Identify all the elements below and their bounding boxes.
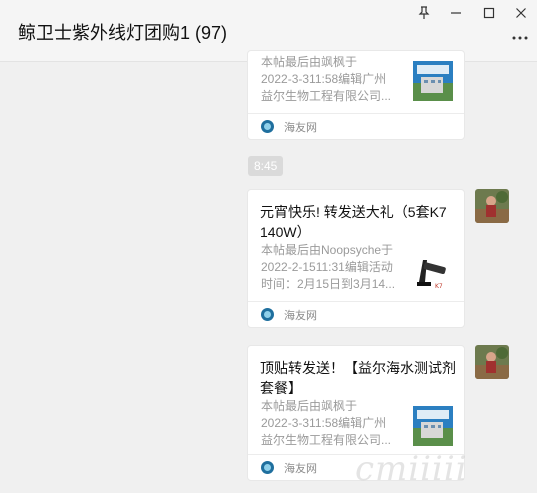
source-site-icon <box>261 461 274 474</box>
minimize-icon <box>451 12 461 14</box>
watermark: cmiiiii <box>355 449 468 489</box>
chat-title: 鲸卫士紫外线灯团购1 (97) <box>18 23 228 43</box>
pin-icon <box>418 6 430 19</box>
card-title: 顶贴转发送！【益尔海水测试剂套餐】 <box>260 360 456 396</box>
source-name: 海友网 <box>284 122 317 134</box>
avatar[interactable] <box>475 189 509 223</box>
lamp-thumbnail: K7 <box>413 252 453 292</box>
source-name: 海友网 <box>284 463 317 475</box>
card-footer: 海友网 <box>248 113 464 139</box>
maximize-icon <box>483 7 495 19</box>
card-description: 本帖最后由Noopsyche于 2022-2-1511:31编辑活动 时间：2月… <box>261 243 396 291</box>
close-button[interactable] <box>510 3 532 23</box>
building-thumbnail <box>413 406 453 446</box>
minimize-button[interactable] <box>445 3 467 23</box>
source-site-icon <box>261 308 274 321</box>
source-site-icon <box>261 120 274 133</box>
svg-text:K7: K7 <box>435 283 443 290</box>
maximize-button[interactable] <box>478 3 500 23</box>
more-options-button[interactable] <box>509 30 531 46</box>
link-card[interactable]: 元宵快乐! 转发送大礼（5套K7 140W） 本帖最后由Noopsyche于 2… <box>247 189 465 328</box>
card-description: 本帖最后由飒枫于 2022-3-311:58编辑广州 益尔生物工程有限公司... <box>261 399 392 447</box>
card-footer: 海友网 <box>248 301 464 327</box>
pin-button[interactable] <box>413 3 435 23</box>
building-thumbnail <box>413 61 453 101</box>
message-timestamp: 8:45 <box>248 156 284 176</box>
link-card[interactable]: 本帖最后由飒枫于 2022-3-311:58编辑广州 益尔生物工程有限公司...… <box>247 50 465 140</box>
source-name: 海友网 <box>284 310 317 322</box>
more-icon <box>512 36 528 40</box>
close-icon <box>516 8 526 18</box>
avatar[interactable] <box>475 345 509 379</box>
card-title: 元宵快乐! 转发送大礼（5套K7 140W） <box>260 204 447 240</box>
card-description: 本帖最后由飒枫于 2022-3-311:58编辑广州 益尔生物工程有限公司... <box>261 55 392 103</box>
